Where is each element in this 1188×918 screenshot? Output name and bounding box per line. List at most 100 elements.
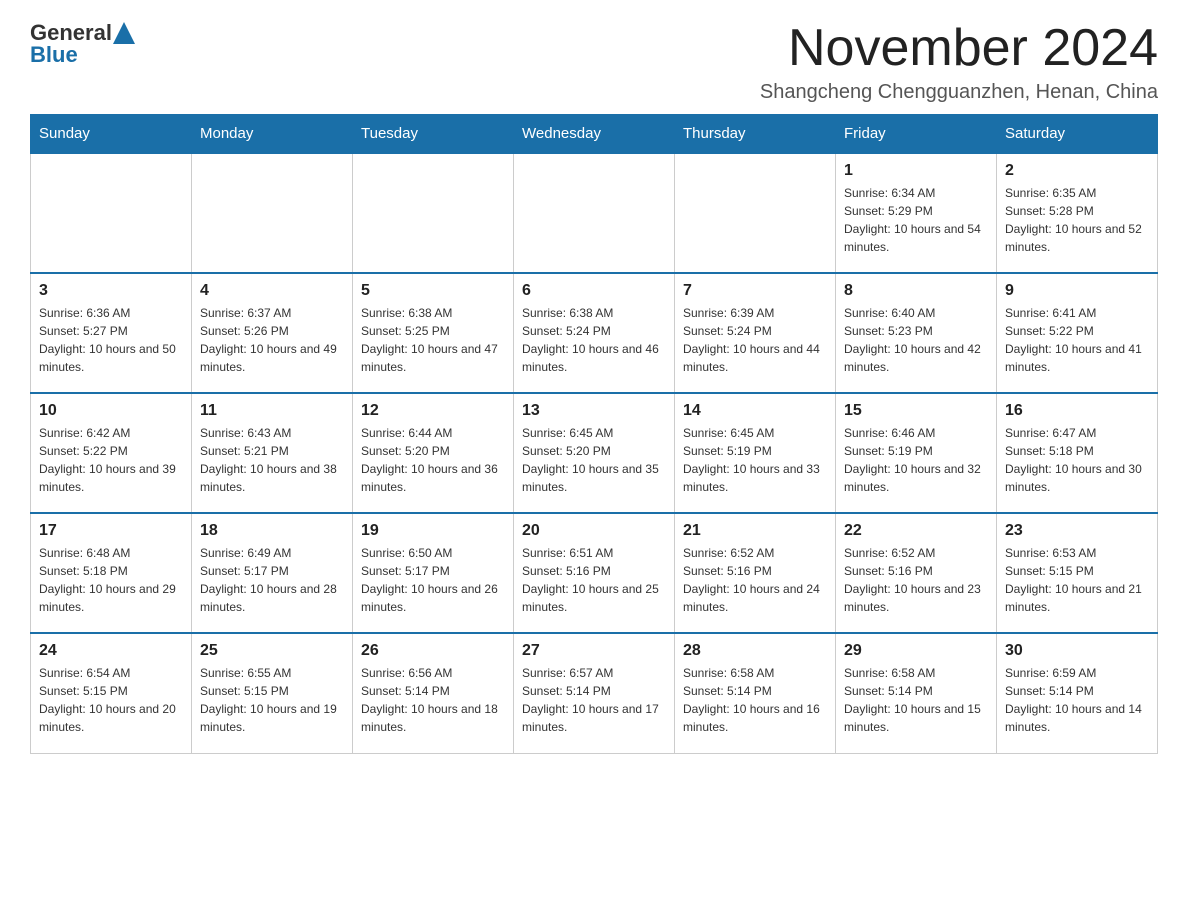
calendar-cell: 18Sunrise: 6:49 AM Sunset: 5:17 PM Dayli… xyxy=(192,513,353,633)
calendar-cell: 13 Sunrise: 6:45 AM Sunset: 5:20 PM Dayli… xyxy=(514,393,675,513)
day-number: 7 xyxy=(683,282,827,300)
day-info: Sunrise: 6:38 AM Sunset: 5:24 PM Dayligh… xyxy=(522,304,666,376)
day-info: Sunrise: 6:54 AM Sunset: 5:15 PM Dayligh… xyxy=(39,664,183,736)
calendar-cell: 1 Sunrise: 6:34 AM Sunset: 5:29 PM Daylig… xyxy=(836,153,997,273)
day-info: Sunrise: 6:35 AM Sunset: 5:28 PM Dayligh… xyxy=(1005,184,1149,256)
day-info: Sunrise: 6:49 AM Sunset: 5:17 PM Dayligh… xyxy=(200,544,344,616)
page-header: General Blue November 2024 Shangcheng Ch… xyxy=(30,20,1158,104)
weekday-header-thursday: Thursday xyxy=(675,115,836,154)
weekday-header-friday: Friday xyxy=(836,115,997,154)
month-title: November 2024 xyxy=(760,20,1158,77)
day-number: 28 xyxy=(683,642,827,660)
calendar-cell: 30Sunrise: 6:59 AM Sunset: 5:14 PM Dayli… xyxy=(997,633,1158,753)
day-number: 29 xyxy=(844,642,988,660)
weekday-header-wednesday: Wednesday xyxy=(514,115,675,154)
day-number: 2 xyxy=(1005,162,1149,180)
weekday-header-monday: Monday xyxy=(192,115,353,154)
day-number: 1 xyxy=(844,162,988,180)
day-number: 4 xyxy=(200,282,344,300)
day-info: Sunrise: 6:47 AM Sunset: 5:18 PM Dayligh… xyxy=(1005,424,1149,496)
calendar-table: SundayMondayTuesdayWednesdayThursdayFrid… xyxy=(30,114,1158,754)
day-number: 13 xyxy=(522,402,666,420)
day-info: Sunrise: 6:45 AM Sunset: 5:20 PM Dayligh… xyxy=(522,424,666,496)
day-info: Sunrise: 6:53 AM Sunset: 5:15 PM Dayligh… xyxy=(1005,544,1149,616)
calendar-cell: 29 Sunrise: 6:58 AM Sunset: 5:14 PM Dayli… xyxy=(836,633,997,753)
calendar-header-row: SundayMondayTuesdayWednesdayThursdayFrid… xyxy=(31,115,1158,154)
title-block: November 2024 Shangcheng Chengguanzhen, … xyxy=(760,20,1158,104)
calendar-cell xyxy=(192,153,353,273)
calendar-week-1: 1 Sunrise: 6:34 AM Sunset: 5:29 PM Daylig… xyxy=(31,153,1158,273)
calendar-cell: 7 Sunrise: 6:39 AM Sunset: 5:24 PM Daylig… xyxy=(675,273,836,393)
day-number: 27 xyxy=(522,642,666,660)
location-subtitle: Shangcheng Chengguanzhen, Henan, China xyxy=(760,81,1158,104)
weekday-header-saturday: Saturday xyxy=(997,115,1158,154)
day-info: Sunrise: 6:43 AM Sunset: 5:21 PM Dayligh… xyxy=(200,424,344,496)
calendar-cell: 25Sunrise: 6:55 AM Sunset: 5:15 PM Dayli… xyxy=(192,633,353,753)
day-number: 12 xyxy=(361,402,505,420)
day-number: 9 xyxy=(1005,282,1149,300)
logo: General Blue xyxy=(30,20,135,68)
calendar-cell: 21 Sunrise: 6:52 AM Sunset: 5:16 PM Dayli… xyxy=(675,513,836,633)
day-info: Sunrise: 6:52 AM Sunset: 5:16 PM Dayligh… xyxy=(683,544,827,616)
day-info: Sunrise: 6:50 AM Sunset: 5:17 PM Dayligh… xyxy=(361,544,505,616)
calendar-cell: 2 Sunrise: 6:35 AM Sunset: 5:28 PM Daylig… xyxy=(997,153,1158,273)
day-info: Sunrise: 6:51 AM Sunset: 5:16 PM Dayligh… xyxy=(522,544,666,616)
calendar-cell: 17Sunrise: 6:48 AM Sunset: 5:18 PM Dayli… xyxy=(31,513,192,633)
calendar-cell: 10 Sunrise: 6:42 AM Sunset: 5:22 PM Dayli… xyxy=(31,393,192,513)
day-info: Sunrise: 6:36 AM Sunset: 5:27 PM Dayligh… xyxy=(39,304,183,376)
calendar-cell: 23 Sunrise: 6:53 AM Sunset: 5:15 PM Dayli… xyxy=(997,513,1158,633)
day-number: 26 xyxy=(361,642,505,660)
day-info: Sunrise: 6:40 AM Sunset: 5:23 PM Dayligh… xyxy=(844,304,988,376)
calendar-cell: 24 Sunrise: 6:54 AM Sunset: 5:15 PM Dayli… xyxy=(31,633,192,753)
day-number: 14 xyxy=(683,402,827,420)
calendar-cell: 27Sunrise: 6:57 AM Sunset: 5:14 PM Dayli… xyxy=(514,633,675,753)
day-number: 25 xyxy=(200,642,344,660)
calendar-cell: 15 Sunrise: 6:46 AM Sunset: 5:19 PM Dayli… xyxy=(836,393,997,513)
calendar-cell: 8 Sunrise: 6:40 AM Sunset: 5:23 PM Daylig… xyxy=(836,273,997,393)
day-number: 23 xyxy=(1005,522,1149,540)
day-number: 16 xyxy=(1005,402,1149,420)
day-info: Sunrise: 6:58 AM Sunset: 5:14 PM Dayligh… xyxy=(844,664,988,736)
day-number: 8 xyxy=(844,282,988,300)
calendar-cell: 20 Sunrise: 6:51 AM Sunset: 5:16 PM Dayli… xyxy=(514,513,675,633)
calendar-cell xyxy=(514,153,675,273)
day-info: Sunrise: 6:34 AM Sunset: 5:29 PM Dayligh… xyxy=(844,184,988,256)
day-number: 30 xyxy=(1005,642,1149,660)
calendar-cell: 28 Sunrise: 6:58 AM Sunset: 5:14 PM Dayli… xyxy=(675,633,836,753)
calendar-cell xyxy=(31,153,192,273)
logo-blue-text: Blue xyxy=(30,42,78,68)
day-number: 15 xyxy=(844,402,988,420)
day-number: 3 xyxy=(39,282,183,300)
day-info: Sunrise: 6:38 AM Sunset: 5:25 PM Dayligh… xyxy=(361,304,505,376)
day-number: 20 xyxy=(522,522,666,540)
calendar-cell xyxy=(675,153,836,273)
calendar-cell: 12 Sunrise: 6:44 AM Sunset: 5:20 PM Dayli… xyxy=(353,393,514,513)
day-info: Sunrise: 6:58 AM Sunset: 5:14 PM Dayligh… xyxy=(683,664,827,736)
calendar-cell: 4 Sunrise: 6:37 AM Sunset: 5:26 PM Daylig… xyxy=(192,273,353,393)
weekday-header-tuesday: Tuesday xyxy=(353,115,514,154)
day-number: 5 xyxy=(361,282,505,300)
calendar-week-3: 10 Sunrise: 6:42 AM Sunset: 5:22 PM Dayli… xyxy=(31,393,1158,513)
calendar-cell: 9 Sunrise: 6:41 AM Sunset: 5:22 PM Daylig… xyxy=(997,273,1158,393)
day-info: Sunrise: 6:42 AM Sunset: 5:22 PM Dayligh… xyxy=(39,424,183,496)
day-info: Sunrise: 6:44 AM Sunset: 5:20 PM Dayligh… xyxy=(361,424,505,496)
calendar-cell: 3 Sunrise: 6:36 AM Sunset: 5:27 PM Daylig… xyxy=(31,273,192,393)
day-number: 19 xyxy=(361,522,505,540)
day-number: 24 xyxy=(39,642,183,660)
day-number: 11 xyxy=(200,402,344,420)
calendar-cell xyxy=(353,153,514,273)
day-number: 22 xyxy=(844,522,988,540)
calendar-cell: 14Sunrise: 6:45 AM Sunset: 5:19 PM Dayli… xyxy=(675,393,836,513)
calendar-cell: 19 Sunrise: 6:50 AM Sunset: 5:17 PM Dayli… xyxy=(353,513,514,633)
day-info: Sunrise: 6:41 AM Sunset: 5:22 PM Dayligh… xyxy=(1005,304,1149,376)
calendar-week-4: 17Sunrise: 6:48 AM Sunset: 5:18 PM Dayli… xyxy=(31,513,1158,633)
day-info: Sunrise: 6:46 AM Sunset: 5:19 PM Dayligh… xyxy=(844,424,988,496)
day-number: 6 xyxy=(522,282,666,300)
day-info: Sunrise: 6:48 AM Sunset: 5:18 PM Dayligh… xyxy=(39,544,183,616)
calendar-cell: 22Sunrise: 6:52 AM Sunset: 5:16 PM Dayli… xyxy=(836,513,997,633)
day-number: 10 xyxy=(39,402,183,420)
day-info: Sunrise: 6:39 AM Sunset: 5:24 PM Dayligh… xyxy=(683,304,827,376)
calendar-cell: 5 Sunrise: 6:38 AM Sunset: 5:25 PM Daylig… xyxy=(353,273,514,393)
day-info: Sunrise: 6:37 AM Sunset: 5:26 PM Dayligh… xyxy=(200,304,344,376)
day-number: 21 xyxy=(683,522,827,540)
